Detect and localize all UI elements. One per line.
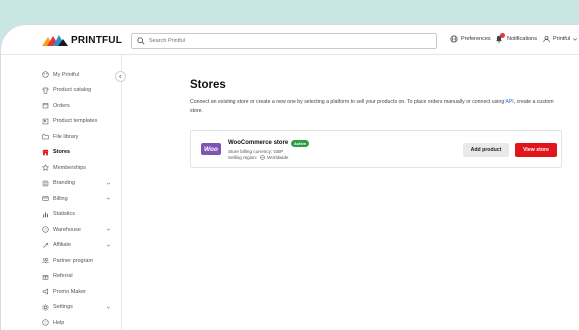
sidebar-item-stores[interactable]: Stores <box>42 149 112 156</box>
palette-icon <box>42 71 49 78</box>
sidebar-item-label: Partner program <box>53 257 94 264</box>
sidebar-item-label: Stores <box>53 149 71 155</box>
bell-icon <box>495 33 505 43</box>
sidebar-item-affiliate[interactable]: Affiliate <box>42 242 112 249</box>
page-description: Connect an existing store or create a ne… <box>190 98 562 115</box>
affiliate-icon <box>43 242 48 248</box>
view-store-button[interactable]: View store <box>515 143 557 157</box>
selling-region: Selling region: Worldwide <box>228 155 289 160</box>
shirt-icon <box>42 86 49 94</box>
sidebar-item-help[interactable]: ? Help <box>42 319 112 326</box>
account-menu[interactable]: Printful <box>543 35 579 43</box>
sidebar-item-file-library[interactable]: File library <box>42 133 112 140</box>
sidebar-item-label: Affiliate <box>53 242 71 248</box>
chevron-down-icon <box>106 197 111 200</box>
chart-icon <box>43 211 48 217</box>
sidebar-item-label: Billing <box>53 195 68 202</box>
sidebar: My Printful Product catalog Orders Product … <box>1 55 122 330</box>
sidebar-item-label: Product templates <box>53 118 98 124</box>
main-content: Stores Connect an existing store or crea… <box>122 55 579 330</box>
sidebar-item-referral[interactable]: Referral <box>42 273 112 280</box>
brand-name: PRINTFUL <box>71 34 123 46</box>
branding-icon <box>42 180 49 186</box>
sidebar-item-partner-program[interactable]: Partner program <box>42 257 112 264</box>
notification-badge <box>500 33 505 38</box>
membership-icon <box>42 164 49 171</box>
sidebar-item-label: Branding <box>53 180 76 186</box>
globe-icon <box>450 35 458 43</box>
svg-text:?: ? <box>45 321 47 325</box>
box-icon <box>42 103 49 109</box>
sidebar-item-my-printful[interactable]: My Printful <box>42 71 112 78</box>
woocommerce-logo: Woo <box>201 143 221 155</box>
search-icon <box>137 37 145 45</box>
page-title: Stores <box>190 79 226 91</box>
chevron-left-icon <box>119 74 122 79</box>
sidebar-item-label: File library <box>53 133 79 140</box>
app-window: PRINTFUL Preferences <box>0 24 579 330</box>
chevron-down-icon <box>106 182 111 185</box>
printful-logo[interactable]: PRINTFUL <box>42 34 122 46</box>
preferences-label: Preferences <box>461 36 491 42</box>
partner-icon <box>42 258 49 264</box>
printful-logo-icon <box>42 35 68 46</box>
sidebar-item-label: Help <box>53 319 65 326</box>
chevron-down-icon <box>106 244 111 247</box>
sidebar-item-label: Promo Maker <box>53 288 87 295</box>
notifications-button[interactable]: Notifications <box>495 33 537 43</box>
help-icon: ? <box>42 319 49 326</box>
collapse-sidebar-button[interactable] <box>115 71 126 82</box>
sidebar-item-label: Referral <box>53 273 73 279</box>
folder-icon <box>42 134 49 140</box>
sidebar-item-label: Memberships <box>53 164 87 171</box>
gift-icon <box>42 274 49 280</box>
description-text: Connect an existing store or create a ne… <box>190 99 506 105</box>
store-icon <box>42 149 49 155</box>
status-badge: Active <box>291 140 310 147</box>
sidebar-item-label: Product catalog <box>53 87 92 93</box>
sidebar-item-label: My Printful <box>53 71 79 78</box>
store-name[interactable]: WooCommerce store <box>228 140 288 146</box>
api-link[interactable]: API <box>505 99 513 105</box>
chevron-down-icon <box>573 38 578 41</box>
sidebar-item-product-templates[interactable]: Product templates <box>42 118 112 125</box>
preferences-button[interactable]: Preferences <box>450 35 491 43</box>
sidebar-item-label: Orders <box>53 102 70 109</box>
selling-region-label: Selling region: <box>228 155 258 160</box>
sidebar-item-label: Statistics <box>53 211 76 217</box>
megaphone-icon <box>42 288 48 295</box>
chevron-down-icon <box>106 228 111 231</box>
user-icon <box>543 35 550 43</box>
sidebar-item-label: Settings <box>53 304 73 310</box>
search-box[interactable] <box>131 33 437 49</box>
sidebar-item-branding[interactable]: Branding <box>42 180 112 187</box>
sidebar-item-statistics[interactable]: Statistics <box>42 211 112 218</box>
svg-text:?: ? <box>45 228 47 232</box>
billing-icon <box>42 196 49 201</box>
store-card: Woo WooCommerce store Active Store billi… <box>190 130 562 168</box>
globe-icon <box>260 155 265 160</box>
top-bar: PRINTFUL Preferences <box>1 25 579 55</box>
sidebar-item-billing[interactable]: Billing <box>42 195 112 202</box>
sidebar-item-label: Warehouse <box>53 226 81 233</box>
sidebar-item-orders[interactable]: Orders <box>42 102 112 109</box>
add-product-button[interactable]: Add product <box>463 143 509 157</box>
template-icon <box>42 118 49 124</box>
sidebar-item-promo-maker[interactable]: Promo Maker <box>42 288 112 295</box>
sidebar-item-settings[interactable]: Settings <box>42 303 112 311</box>
selling-region-value: Worldwide <box>267 155 289 160</box>
warehouse-icon: ? <box>42 226 49 233</box>
chevron-down-icon <box>106 306 111 309</box>
gear-icon <box>42 303 49 311</box>
sidebar-item-product-catalog[interactable]: Product catalog <box>42 86 112 94</box>
notifications-label: Notifications <box>507 36 537 42</box>
sidebar-item-warehouse[interactable]: ? Warehouse <box>42 226 112 233</box>
search-input[interactable] <box>145 38 429 44</box>
account-label: Printful <box>553 36 571 42</box>
billing-currency: Store billing currency: GBP <box>228 149 284 154</box>
sidebar-item-memberships[interactable]: Memberships <box>42 164 112 171</box>
